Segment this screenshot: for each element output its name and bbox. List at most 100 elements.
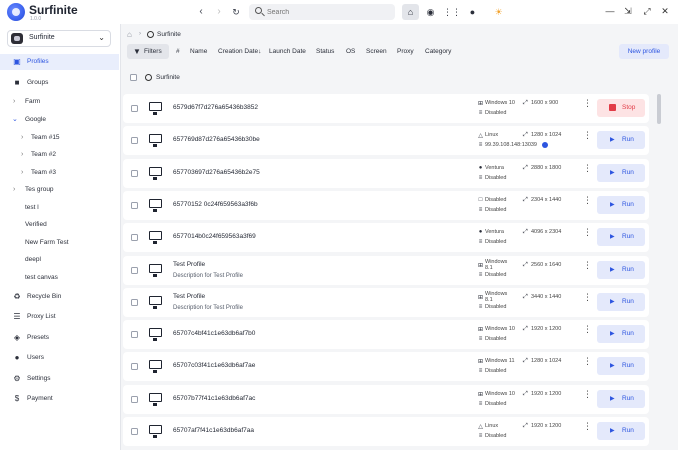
sidebar-item-settings[interactable]: ⚙ Settings xyxy=(0,371,119,387)
chrome-icon[interactable]: ◉ xyxy=(422,4,439,20)
profile-row[interactable]: 6577014b0c24f659563a3f69 ● Ventura ≡ Disable… xyxy=(123,223,649,252)
group-tes-group[interactable]: › Tes group xyxy=(0,182,119,198)
run-button[interactable]: ▶ Run xyxy=(597,228,645,246)
row-checkbox[interactable] xyxy=(131,170,138,177)
run-button[interactable]: ▶ Run xyxy=(597,293,645,311)
chevron-left-icon[interactable]: ‹ xyxy=(194,5,208,19)
group-test-l[interactable]: test l xyxy=(0,200,119,216)
stop-button[interactable]: Stop xyxy=(597,99,645,117)
sidebar-item-profiles[interactable]: ▣ Profiles xyxy=(0,54,119,70)
sidebar-item-users[interactable]: ● Users xyxy=(0,350,119,366)
row-checkbox[interactable] xyxy=(131,428,138,435)
run-button[interactable]: ▶ Run xyxy=(597,357,645,375)
row-checkbox[interactable] xyxy=(131,202,138,209)
profile-name[interactable]: Test Profile xyxy=(173,293,205,300)
run-button[interactable]: ▶ Run xyxy=(597,164,645,182)
search-box[interactable] xyxy=(249,4,395,20)
home-icon[interactable]: ⌂ xyxy=(127,30,132,39)
restore-icon[interactable]: ⇲ xyxy=(622,6,634,17)
new-profile-button[interactable]: New profile xyxy=(619,44,669,59)
column-name[interactable]: Name xyxy=(190,48,207,55)
sidebar-item-groups[interactable]: ■ Groups xyxy=(0,75,119,91)
select-all-checkbox[interactable] xyxy=(130,74,137,81)
minimize-icon[interactable]: — xyxy=(604,6,616,16)
row-checkbox[interactable] xyxy=(131,363,138,370)
profile-name[interactable]: 6577014b0c24f659563a3f69 xyxy=(173,233,256,240)
group-team-2[interactable]: › Team #2 xyxy=(0,147,119,163)
run-button[interactable]: ▶ Run xyxy=(597,261,645,279)
profile-row[interactable]: 65707c03f41c1e63db6af7ae ⊞ Windows 11 ≡ Disa… xyxy=(123,352,649,381)
home-icon[interactable]: ⌂ xyxy=(402,4,419,20)
column-screen[interactable]: Screen xyxy=(366,48,387,55)
profile-row[interactable]: Test Profile Description for Test Profile… xyxy=(123,288,649,317)
more-options-icon[interactable]: ⋮ xyxy=(583,196,592,205)
profile-row[interactable]: 65707c4bf41c1e63db6af7b0 ⊞ Windows 10 ≡ Disa… xyxy=(123,320,649,349)
profile-name[interactable]: 65707af7f41c1e63db6af7aa xyxy=(173,427,254,434)
group-farm[interactable]: › Farm xyxy=(0,94,119,110)
column-status[interactable]: Status xyxy=(316,48,334,55)
run-button[interactable]: ▶ Run xyxy=(597,196,645,214)
column-os[interactable]: OS xyxy=(346,48,355,55)
column-number[interactable]: # xyxy=(176,48,180,55)
profile-name[interactable]: 657769d87d276a65436b30be xyxy=(173,136,260,143)
profile-row[interactable]: 6579d67f7d276a65436b3852 ⊞ Windows 10 ≡ Disa… xyxy=(123,94,649,123)
row-checkbox[interactable] xyxy=(131,105,138,112)
run-button[interactable]: ▶ Run xyxy=(597,325,645,343)
profile-row[interactable]: 657769d87d276a65436b30be △ Linux ≡ 99.39.108… xyxy=(123,126,649,155)
more-options-icon[interactable]: ⋮ xyxy=(583,390,592,399)
profile-row[interactable]: 65770152 0c24f659563a3f6b □ Disabled ≡ Disab… xyxy=(123,191,649,220)
group-team-15[interactable]: › Team #15 xyxy=(0,130,119,146)
row-checkbox[interactable] xyxy=(131,396,138,403)
column-launch-date[interactable]: Launch Date xyxy=(269,48,306,55)
column-creation-date[interactable]: Creation Date↓ xyxy=(218,48,261,55)
sun-icon[interactable]: ☀ xyxy=(490,4,507,20)
profile-name[interactable]: 65707c03f41c1e63db6af7ae xyxy=(173,362,255,369)
sidebar-item-proxy-list[interactable]: ☰ Proxy List xyxy=(0,309,119,325)
close-icon[interactable]: ✕ xyxy=(659,6,671,17)
profile-name[interactable]: 6579d67f7d276a65436b3852 xyxy=(173,104,258,111)
profile-name[interactable]: 657703697d276a65436b2e75 xyxy=(173,169,260,176)
run-button[interactable]: ▶ Run xyxy=(597,422,645,440)
column-proxy[interactable]: Proxy xyxy=(397,48,414,55)
workspace-select[interactable]: Surfinite ⌄ xyxy=(7,30,111,47)
more-options-icon[interactable]: ⋮ xyxy=(583,99,592,108)
group-team-3[interactable]: › Team #3 xyxy=(0,165,119,181)
row-checkbox[interactable] xyxy=(131,137,138,144)
chevron-right-icon[interactable]: › xyxy=(212,5,226,19)
fullscreen-icon[interactable]: ⤢ xyxy=(641,6,653,17)
sidebar-item-payment[interactable]: $ Payment xyxy=(0,391,119,407)
sidebar-item-recycle-bin[interactable]: ♻ Recycle Bin xyxy=(0,289,119,305)
run-button[interactable]: ▶ Run xyxy=(597,131,645,149)
scrollbar-thumb[interactable] xyxy=(657,94,661,124)
sliders-icon[interactable]: ⋮⋮ xyxy=(443,4,461,20)
more-options-icon[interactable]: ⋮ xyxy=(583,131,592,140)
profile-row[interactable]: 65707af7f41c1e63db6af7aa △ Linux ≡ Disabled ⤢… xyxy=(123,417,649,446)
group-verified[interactable]: Verified xyxy=(0,217,119,233)
sidebar-item-presets[interactable]: ◈ Presets xyxy=(0,330,119,346)
more-options-icon[interactable]: ⋮ xyxy=(583,228,592,237)
group-new-farm-test[interactable]: New Farm Test xyxy=(0,235,119,251)
profile-row[interactable]: 65707b77f41c1e63db6af7ac ⊞ Windows 10 ≡ Disa… xyxy=(123,385,649,414)
row-checkbox[interactable] xyxy=(131,299,138,306)
group-google[interactable]: ⌄ Google xyxy=(0,112,119,128)
more-options-icon[interactable]: ⋮ xyxy=(583,325,592,334)
profile-name[interactable]: 65770152 0c24f659563a3f6b xyxy=(173,201,258,208)
filters-button[interactable]: ▼ Filters xyxy=(127,44,169,59)
row-checkbox[interactable] xyxy=(131,234,138,241)
profile-row[interactable]: Test Profile Description for Test Profile… xyxy=(123,256,649,285)
profile-name[interactable]: Test Profile xyxy=(173,261,205,268)
group-deepl[interactable]: deepl xyxy=(0,252,119,268)
account-icon[interactable]: ● xyxy=(464,4,481,20)
profile-name[interactable]: 65707b77f41c1e63db6af7ac xyxy=(173,395,255,402)
row-checkbox[interactable] xyxy=(131,267,138,274)
more-options-icon[interactable]: ⋮ xyxy=(583,293,592,302)
profile-name[interactable]: 65707c4bf41c1e63db6af7b0 xyxy=(173,330,255,337)
search-input[interactable] xyxy=(267,6,387,18)
more-options-icon[interactable]: ⋮ xyxy=(583,357,592,366)
more-options-icon[interactable]: ⋮ xyxy=(583,261,592,270)
breadcrumb-workspace[interactable]: Surfinite xyxy=(157,31,181,38)
reload-icon[interactable]: ↻ xyxy=(229,5,243,19)
group-test-canvas[interactable]: test canvas xyxy=(0,270,119,286)
profile-row[interactable]: 657703697d276a65436b2e75 ● Ventura ≡ Disable… xyxy=(123,159,649,188)
run-button[interactable]: ▶ Run xyxy=(597,390,645,408)
